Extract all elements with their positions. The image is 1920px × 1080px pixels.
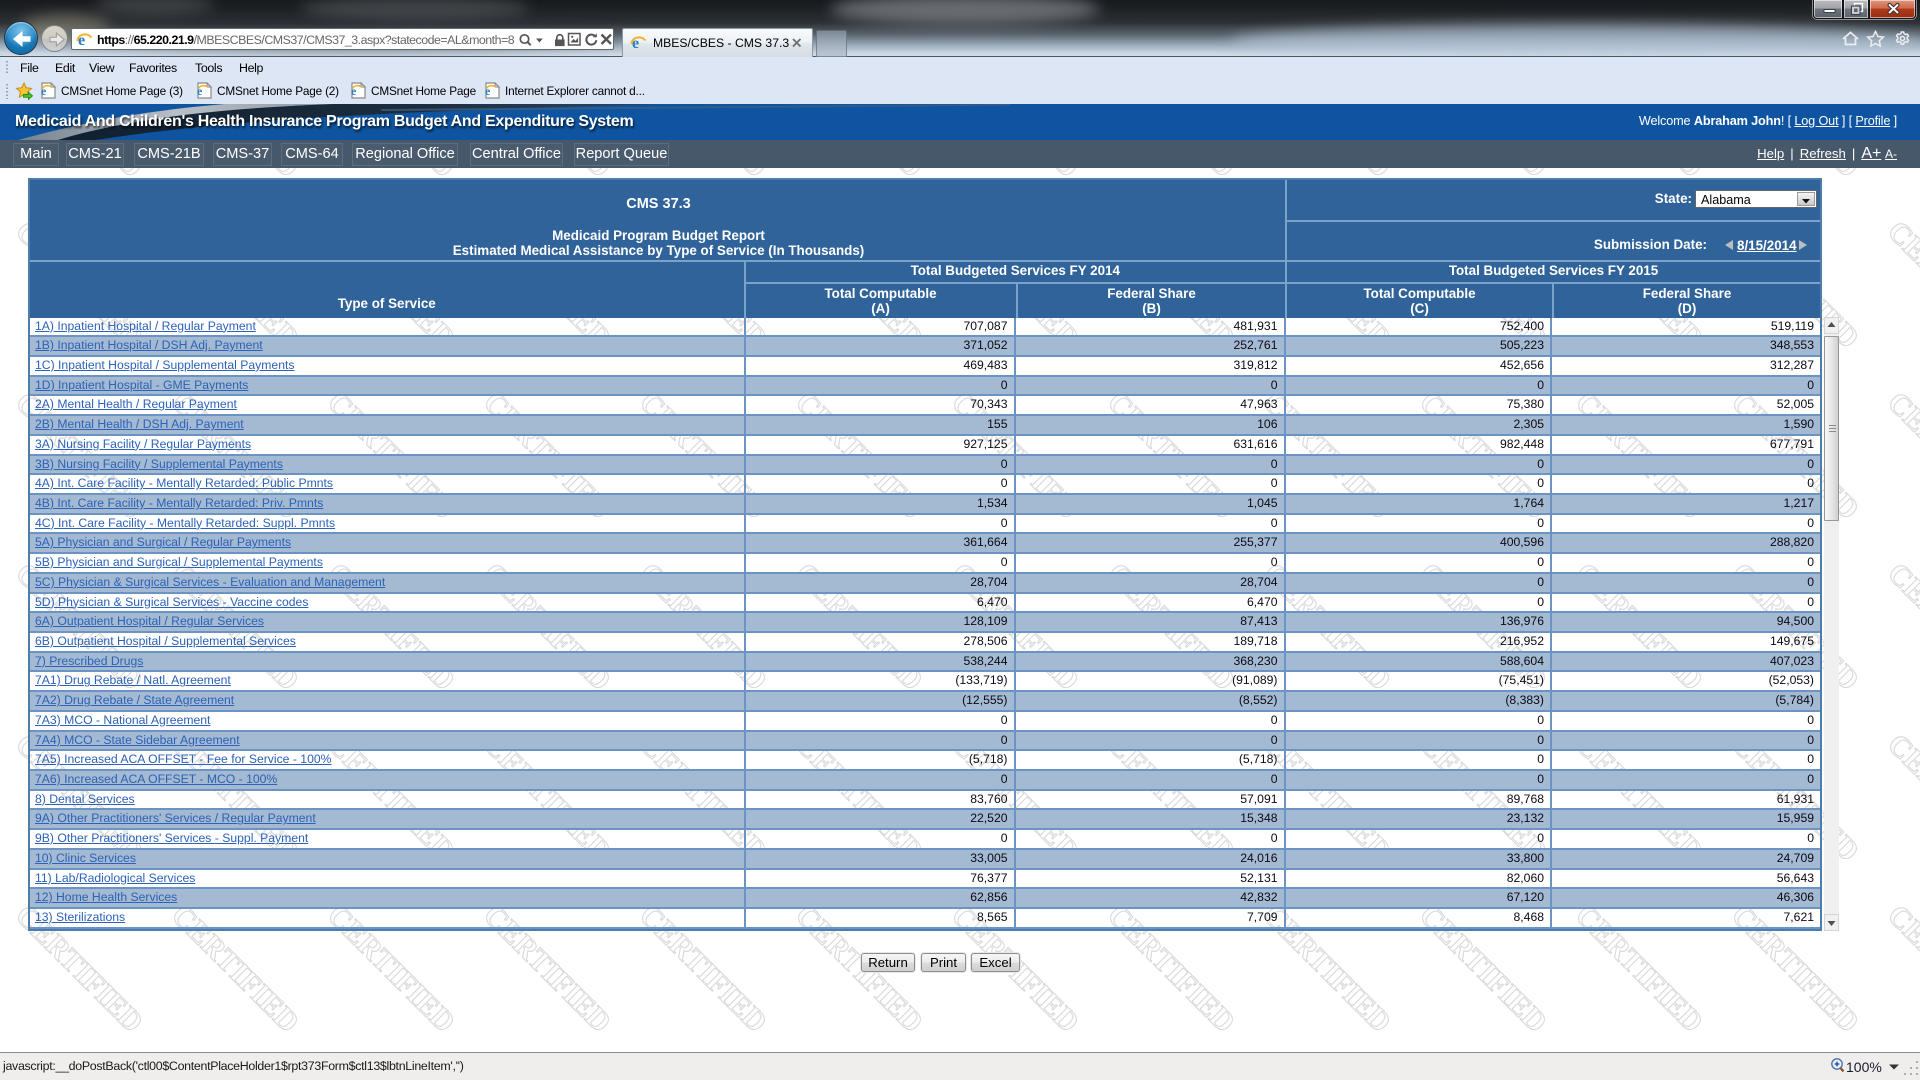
svg-text:CERTIFIED: CERTIFIED: [1881, 728, 1920, 868]
svg-text:CERTIFIED: CERTIFIED: [1881, 215, 1920, 355]
svg-text:CERTIFIED: CERTIFIED: [1881, 168, 1920, 184]
svg-text:CERTIFIED: CERTIFIED: [1881, 899, 1920, 1039]
svg-text:CERTIFIED: CERTIFIED: [1881, 557, 1920, 697]
svg-text:CERTIFIED: CERTIFIED: [1881, 386, 1920, 526]
